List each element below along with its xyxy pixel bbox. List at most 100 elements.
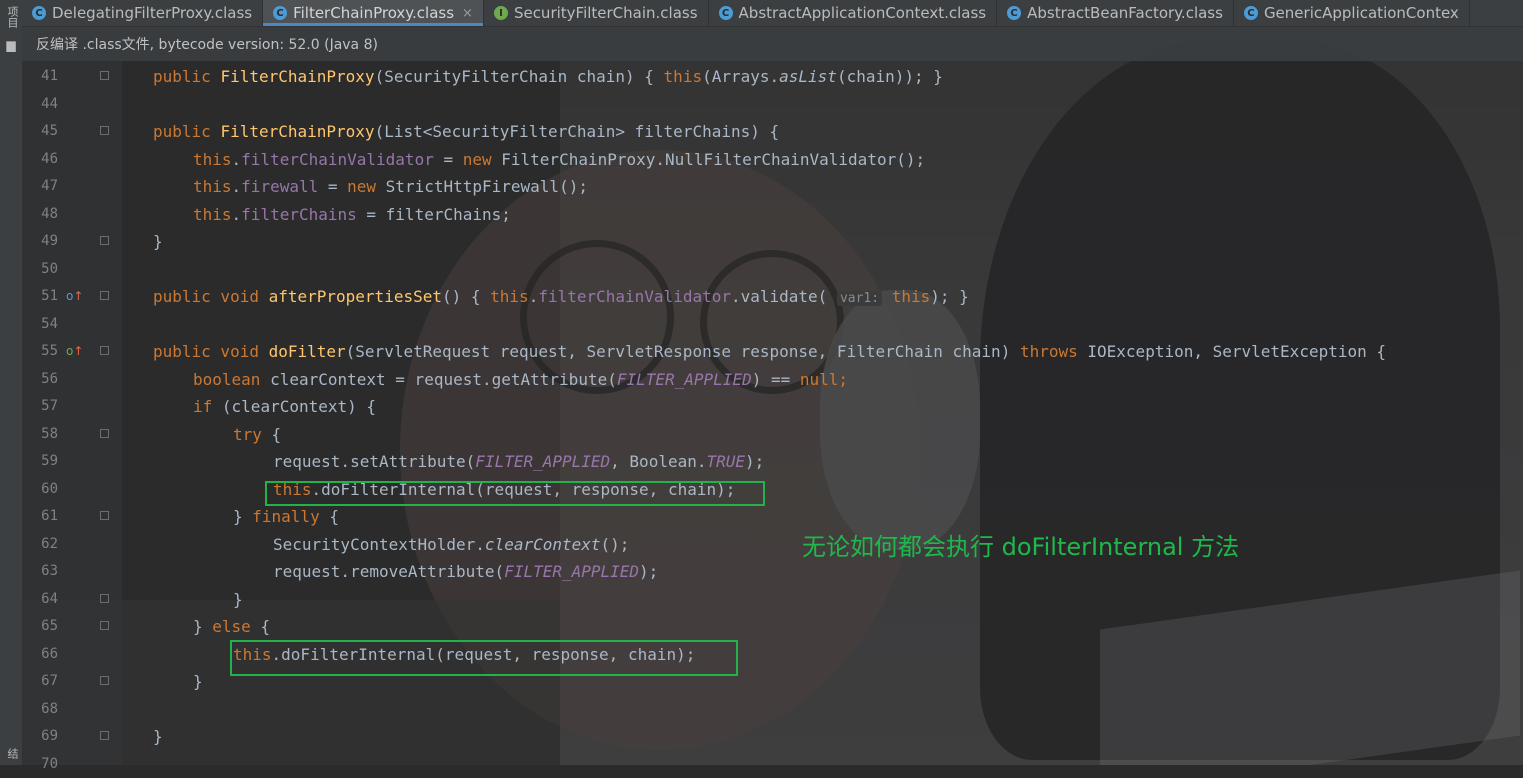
line-number: 55 — [41, 343, 58, 359]
tab-delegating-filter-proxy[interactable]: C DelegatingFilterProxy.class — [22, 0, 264, 26]
fold-icon[interactable] — [100, 291, 109, 300]
code-line: 62 SecurityContextHolder.clearContext(); — [22, 531, 1523, 558]
code-text: SecurityContextHolder.clearContext(); — [273, 535, 630, 554]
code-text: } — [153, 232, 163, 251]
folder-icon[interactable]: ▆ — [3, 38, 19, 52]
class-icon: C — [1243, 6, 1258, 20]
code-text: public FilterChainProxy(SecurityFilterCh… — [153, 67, 943, 86]
tab-security-filter-chain[interactable]: I SecurityFilterChain.class — [484, 0, 709, 26]
tab-label: SecurityFilterChain.class — [513, 4, 698, 22]
line-number: 57 — [41, 398, 58, 414]
code-line: 49 } — [22, 228, 1523, 255]
code-text: public FilterChainProxy(List<SecurityFil… — [153, 122, 780, 141]
tab-label: AbstractBeanFactory.class — [1027, 4, 1223, 22]
class-icon: C — [718, 6, 733, 20]
code-text: public void doFilter(ServletRequest requ… — [153, 342, 1387, 361]
tab-abstract-application-context[interactable]: C AbstractApplicationContext.class — [709, 0, 998, 26]
code-text: boolean clearContext = request.getAttrib… — [193, 370, 849, 389]
class-icon: C — [32, 6, 46, 20]
line-number: 44 — [41, 96, 58, 112]
code-text: public void afterPropertiesSet() { this.… — [153, 287, 969, 306]
line-number: 50 — [41, 261, 58, 277]
fold-icon[interactable] — [100, 621, 109, 630]
code-text: try { — [233, 425, 282, 444]
structure-tool-label[interactable]: 结 — [4, 748, 19, 759]
code-line: 61 } finally { — [22, 503, 1523, 530]
code-text: this.filterChains = filterChains; — [193, 205, 511, 224]
line-number: 46 — [41, 151, 58, 167]
editor-tab-bar: C DelegatingFilterProxy.class C FilterCh… — [22, 0, 1523, 27]
highlight-box-else-call — [230, 640, 738, 676]
parameter-hint: var1: — [836, 291, 883, 306]
code-line: 58 try { — [22, 421, 1523, 448]
interface-icon: I — [493, 6, 508, 20]
close-icon[interactable]: × — [462, 6, 473, 21]
line-number: 51 — [41, 288, 58, 304]
tab-label: GenericApplicationContex — [1263, 4, 1459, 22]
code-text: } else { — [193, 617, 271, 636]
code-line: 60 this.doFilterInternal(request, respon… — [22, 476, 1523, 503]
code-text: } — [233, 590, 243, 609]
code-line: 45 public FilterChainProxy(List<Security… — [22, 118, 1523, 145]
decompiled-notice-banner: 反编译 .class文件, bytecode version: 52.0 (Ja… — [22, 27, 1523, 61]
line-number: 47 — [41, 178, 58, 194]
notice-text: 反编译 .class文件, bytecode version: 52.0 (Ja… — [36, 37, 378, 53]
code-text: } — [193, 672, 203, 691]
code-text: this.firewall = new StrictHttpFirewall()… — [193, 177, 588, 196]
code-line: 65 } else { — [22, 613, 1523, 640]
highlight-box-try-call — [265, 481, 765, 506]
code-line: 57 if (clearContext) { — [22, 393, 1523, 420]
code-line: 63 request.removeAttribute(FILTER_APPLIE… — [22, 558, 1523, 585]
code-line: 55 o↑ public void doFilter(ServletReques… — [22, 338, 1523, 365]
code-line: 47 this.firewall = new StrictHttpFirewal… — [22, 173, 1523, 200]
code-line: 50 — [22, 256, 1523, 283]
line-number: 54 — [41, 316, 58, 332]
fold-icon[interactable] — [100, 126, 109, 135]
code-line: 68 — [22, 696, 1523, 723]
line-number: 67 — [41, 673, 58, 689]
code-text: } finally { — [233, 507, 339, 526]
line-number: 63 — [41, 563, 58, 579]
code-line: 44 — [22, 91, 1523, 118]
code-line: 54 — [22, 311, 1523, 338]
tab-abstract-bean-factory[interactable]: C AbstractBeanFactory.class — [997, 0, 1234, 26]
line-number: 49 — [41, 233, 58, 249]
code-line: 59 request.setAttribute(FILTER_APPLIED, … — [22, 448, 1523, 475]
code-text: this.filterChainValidator = new FilterCh… — [193, 150, 926, 169]
tab-label: AbstractApplicationContext.class — [738, 4, 987, 22]
line-number: 41 — [41, 68, 58, 84]
fold-icon[interactable] — [100, 429, 109, 438]
line-number: 62 — [41, 536, 58, 552]
line-number: 65 — [41, 618, 58, 634]
fold-icon[interactable] — [100, 71, 109, 80]
tab-filter-chain-proxy[interactable]: C FilterChainProxy.class × — [263, 0, 484, 26]
line-number: 61 — [41, 508, 58, 524]
fold-icon[interactable] — [100, 594, 109, 603]
tab-label: DelegatingFilterProxy.class — [52, 4, 253, 22]
tab-label: FilterChainProxy.class — [293, 4, 455, 22]
class-icon: C — [273, 6, 288, 20]
project-tool-label[interactable]: 项目 — [4, 6, 19, 28]
code-line: 69 } — [22, 723, 1523, 750]
fold-icon[interactable] — [100, 731, 109, 740]
code-text: request.setAttribute(FILTER_APPLIED, Boo… — [273, 452, 765, 471]
code-line: 64 } — [22, 586, 1523, 613]
code-line: 56 boolean clearContext = request.getAtt… — [22, 366, 1523, 393]
line-number: 56 — [41, 371, 58, 387]
line-number: 59 — [41, 453, 58, 469]
annotation-text: 无论如何都会执行 doFilterInternal 方法 — [802, 533, 1240, 561]
code-line: 51 o↑ public void afterPropertiesSet() {… — [22, 283, 1523, 310]
implements-method-icon[interactable]: o↑ — [66, 344, 83, 358]
override-method-icon[interactable]: o↑ — [66, 289, 83, 303]
line-number: 66 — [41, 646, 58, 662]
fold-icon[interactable] — [100, 511, 109, 520]
tab-generic-application-context[interactable]: C GenericApplicationContex — [1234, 0, 1470, 26]
code-line: 41 public FilterChainProxy(SecurityFilte… — [22, 63, 1523, 90]
fold-icon[interactable] — [100, 346, 109, 355]
fold-icon[interactable] — [100, 676, 109, 685]
code-text: } — [153, 727, 163, 746]
fold-icon[interactable] — [100, 236, 109, 245]
line-number: 48 — [41, 206, 58, 222]
left-tool-strip: ▆ 项目 结 — [0, 0, 23, 765]
code-text: request.removeAttribute(FILTER_APPLIED); — [273, 562, 659, 581]
